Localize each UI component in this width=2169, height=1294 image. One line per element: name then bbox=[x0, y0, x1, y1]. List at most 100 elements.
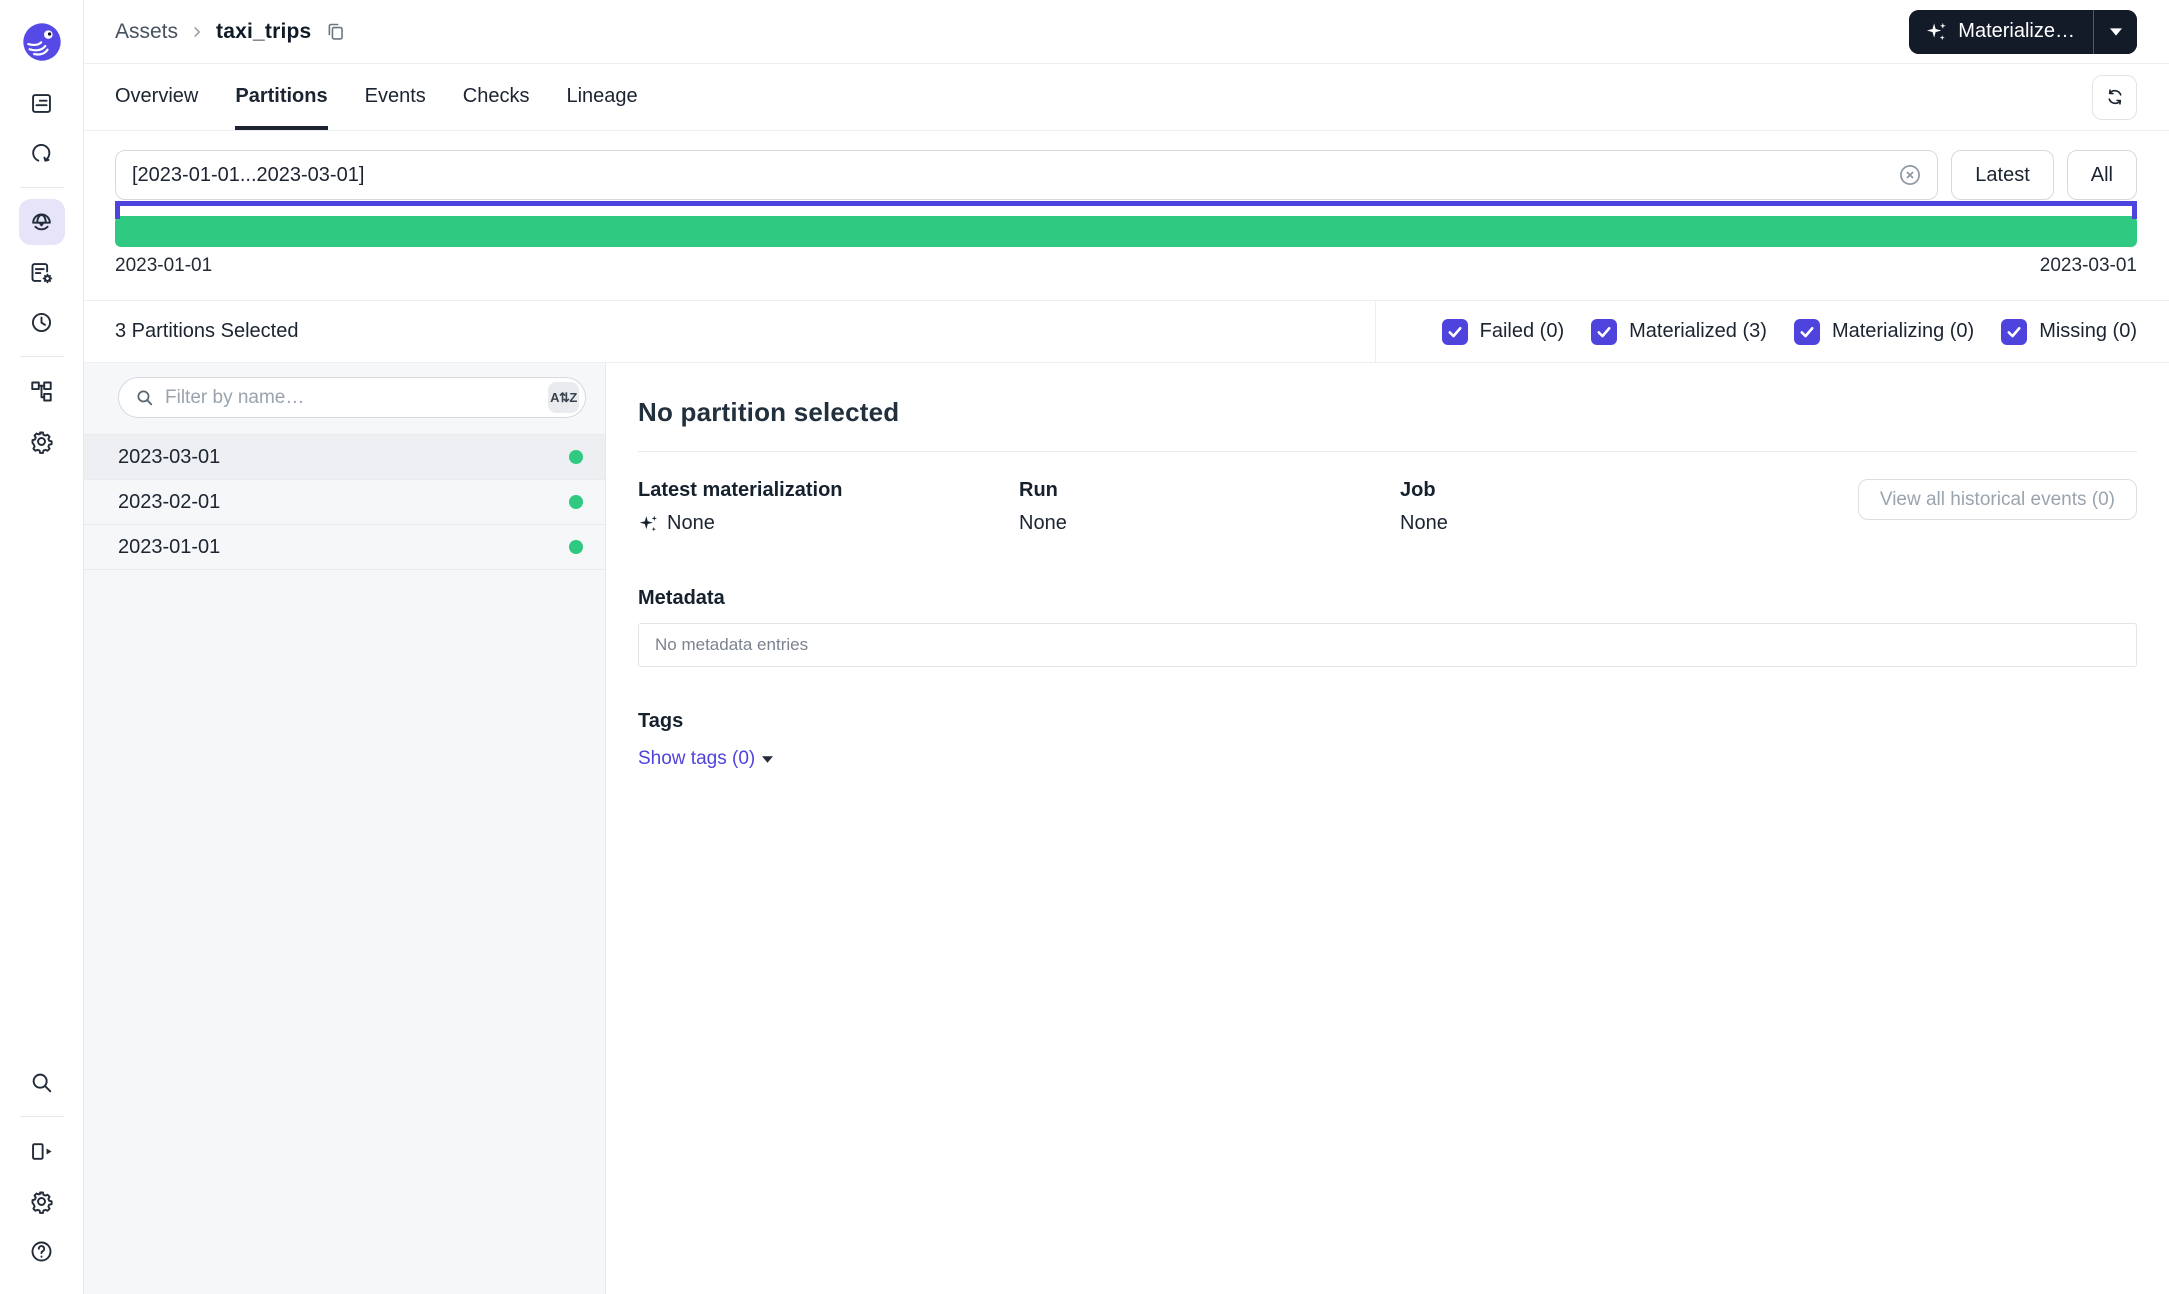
show-tags-toggle[interactable]: Show tags (0) bbox=[638, 748, 773, 770]
global-search-button[interactable] bbox=[19, 1059, 65, 1105]
filter-materializing-label: Materializing (0) bbox=[1832, 320, 1974, 343]
materialized-status-dot bbox=[569, 450, 583, 464]
help-button[interactable] bbox=[19, 1228, 65, 1274]
materialize-dropdown-button[interactable] bbox=[2093, 10, 2137, 54]
materialize-split-button: Materialize… bbox=[1909, 10, 2137, 54]
latest-materialization-label: Latest materialization bbox=[638, 479, 1019, 502]
partition-range-field bbox=[115, 150, 1938, 200]
job-col: Job None bbox=[1400, 479, 1858, 535]
partition-list-panel: A⇅Z 2023-03-01 2023-02-01 2023-01-01 bbox=[84, 363, 606, 1294]
search-icon bbox=[134, 387, 155, 408]
search-icon bbox=[28, 1069, 55, 1096]
sparkle-icon bbox=[638, 513, 659, 534]
partition-range-input[interactable] bbox=[132, 164, 1897, 187]
deployment-gear-icon bbox=[28, 428, 55, 455]
latest-button[interactable]: Latest bbox=[1951, 150, 2053, 200]
range-input-row: Latest All bbox=[115, 150, 2137, 200]
clear-range-button[interactable] bbox=[1897, 162, 1923, 188]
run-label: Run bbox=[1019, 479, 1400, 502]
partition-row[interactable]: 2023-03-01 bbox=[84, 435, 605, 480]
tab-events[interactable]: Events bbox=[365, 64, 426, 130]
latest-materialization-col: Latest materialization None bbox=[638, 479, 1019, 535]
empty-state-title: No partition selected bbox=[638, 397, 2137, 428]
filter-materializing[interactable]: Materializing (0) bbox=[1794, 319, 1974, 345]
partition-range-selector: Latest All 2023-01-01 2023-03-01 bbox=[84, 131, 2169, 301]
checkbox-checked-icon[interactable] bbox=[1591, 319, 1617, 345]
nav-rail bbox=[0, 0, 84, 1294]
view-historical-events-button[interactable]: View all historical events (0) bbox=[1858, 479, 2137, 520]
filter-missing-label: Missing (0) bbox=[2039, 320, 2137, 343]
tab-lineage[interactable]: Lineage bbox=[566, 64, 637, 130]
partition-detail-panel: No partition selected Latest materializa… bbox=[606, 363, 2169, 1294]
sort-az-button[interactable]: A⇅Z bbox=[548, 382, 579, 413]
content-split: A⇅Z 2023-03-01 2023-02-01 2023-01-01 bbox=[84, 363, 2169, 1294]
tab-checks[interactable]: Checks bbox=[463, 64, 530, 130]
main-area: Assets taxi_trips bbox=[84, 0, 2169, 1294]
partition-row[interactable]: 2023-02-01 bbox=[84, 480, 605, 525]
partition-filter-input[interactable] bbox=[155, 387, 548, 409]
assets-globe-icon bbox=[28, 209, 55, 236]
nav-schedules-button[interactable] bbox=[19, 299, 65, 345]
expand-panel-button[interactable] bbox=[19, 1128, 65, 1174]
job-label: Job bbox=[1400, 479, 1858, 502]
partition-row[interactable]: 2023-01-01 bbox=[84, 525, 605, 570]
nav-rail-top bbox=[19, 78, 65, 466]
latest-materialization-none: None bbox=[667, 512, 715, 535]
filter-materialized-label: Materialized (3) bbox=[1629, 320, 1767, 343]
nav-jobs-button[interactable] bbox=[19, 249, 65, 295]
range-end-label: 2023-03-01 bbox=[2040, 255, 2137, 277]
checkbox-checked-icon[interactable] bbox=[2001, 319, 2027, 345]
toolbar-divider bbox=[1375, 301, 1376, 363]
nav-assets-button[interactable] bbox=[19, 199, 65, 245]
nav-structure-button[interactable] bbox=[19, 368, 65, 414]
partitions-selected-count: 3 Partitions Selected bbox=[115, 320, 298, 343]
dagster-logo[interactable] bbox=[18, 18, 66, 66]
materialize-button[interactable]: Materialize… bbox=[1909, 10, 2093, 54]
refresh-icon bbox=[2104, 86, 2126, 108]
partition-rows: 2023-03-01 2023-02-01 2023-01-01 bbox=[84, 434, 605, 570]
nav-runs-button[interactable] bbox=[19, 130, 65, 176]
metadata-empty-text: No metadata entries bbox=[655, 635, 808, 655]
structure-tree-icon bbox=[28, 378, 55, 405]
nav-divider bbox=[20, 356, 64, 357]
clear-circle-x-icon bbox=[1897, 162, 1923, 188]
asset-tabs: Overview Partitions Events Checks Lineag… bbox=[115, 64, 638, 130]
tab-overview[interactable]: Overview bbox=[115, 64, 198, 130]
settings-gear-icon bbox=[28, 1188, 55, 1215]
jobs-doc-gear-icon bbox=[28, 259, 55, 286]
checkbox-checked-icon[interactable] bbox=[1794, 319, 1820, 345]
filter-materialized[interactable]: Materialized (3) bbox=[1591, 319, 1767, 345]
user-settings-button[interactable] bbox=[19, 1178, 65, 1224]
partition-name: 2023-01-01 bbox=[118, 536, 220, 559]
tab-partitions[interactable]: Partitions bbox=[235, 64, 327, 130]
breadcrumb-assets-link[interactable]: Assets bbox=[115, 20, 178, 44]
chevron-down-icon bbox=[2110, 28, 2122, 36]
partition-name: 2023-02-01 bbox=[118, 491, 220, 514]
refresh-button[interactable] bbox=[2092, 75, 2137, 120]
copy-asset-name-button[interactable] bbox=[325, 21, 346, 42]
filter-failed[interactable]: Failed (0) bbox=[1442, 319, 1564, 345]
nav-rail-bottom bbox=[19, 1057, 65, 1276]
partition-health-bar[interactable] bbox=[115, 216, 2137, 247]
filter-missing[interactable]: Missing (0) bbox=[2001, 319, 2137, 345]
runs-loop-icon bbox=[28, 140, 55, 167]
breadcrumb: Assets taxi_trips bbox=[115, 20, 346, 44]
sparkle-icon bbox=[1925, 20, 1948, 43]
nav-overview-button[interactable] bbox=[19, 80, 65, 126]
tab-bar: Overview Partitions Events Checks Lineag… bbox=[84, 64, 2169, 131]
nav-divider bbox=[20, 1116, 64, 1117]
checkbox-checked-icon[interactable] bbox=[1442, 319, 1468, 345]
copy-icon bbox=[325, 21, 346, 42]
all-button[interactable]: All bbox=[2067, 150, 2137, 200]
nav-deployment-button[interactable] bbox=[19, 418, 65, 464]
run-col: Run None bbox=[1019, 479, 1400, 535]
page-header: Assets taxi_trips bbox=[84, 0, 2169, 64]
job-value: None bbox=[1400, 512, 1448, 535]
tags-section-label: Tags bbox=[638, 710, 2137, 733]
app-root: Assets taxi_trips bbox=[0, 0, 2169, 1294]
status-filters: Failed (0) Materialized (3) Materializin… bbox=[1442, 319, 2137, 345]
materialized-status-dot bbox=[569, 540, 583, 554]
partition-name: 2023-03-01 bbox=[118, 446, 220, 469]
metadata-empty-box: No metadata entries bbox=[638, 623, 2137, 667]
collapse-panel-icon bbox=[28, 1138, 55, 1165]
